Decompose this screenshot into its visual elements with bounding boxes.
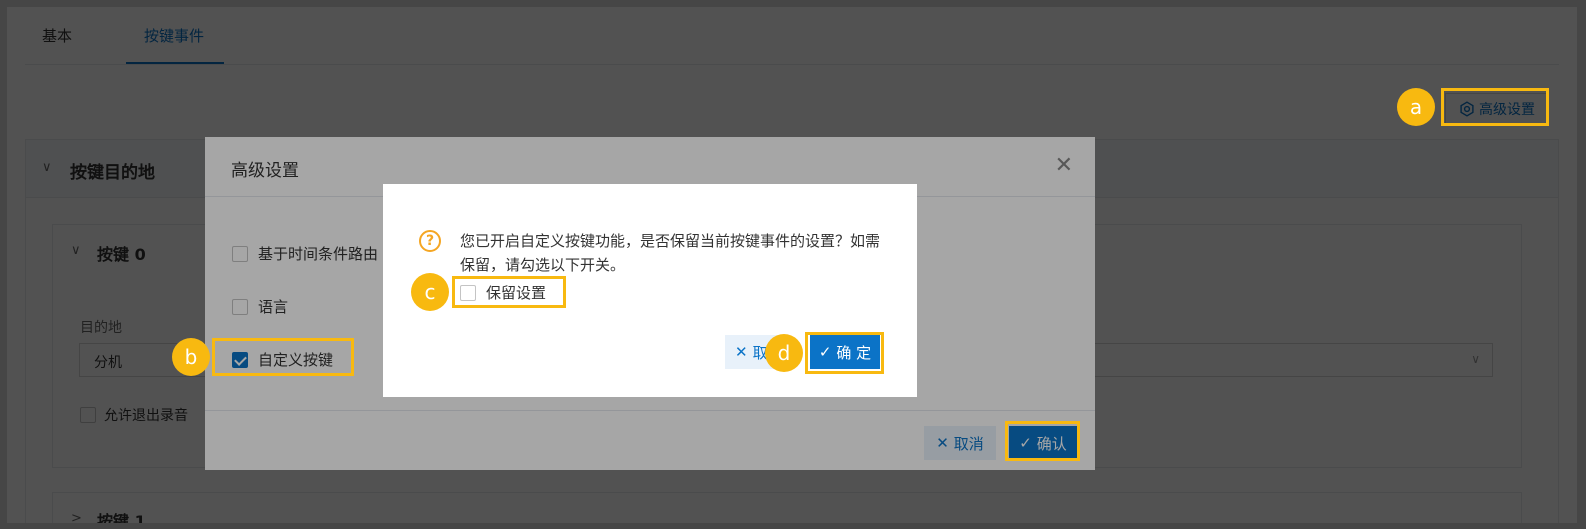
- highlight-c: [452, 276, 566, 308]
- close-icon: ✕: [735, 343, 748, 361]
- annotation-badge-d: d: [765, 334, 803, 372]
- annotation-badge-a: a: [1397, 88, 1435, 126]
- annotation-badge-b: b: [172, 338, 210, 376]
- highlight-dialog-confirm: [1005, 421, 1080, 461]
- question-icon: ?: [419, 230, 441, 252]
- highlight-b: [212, 338, 354, 376]
- confirm-message: 您已开启自定义按键功能，是否保留当前按键事件的设置？如需保留，请勾选以下开关。: [460, 232, 881, 274]
- highlight-d: [805, 332, 884, 374]
- highlight-a: [1441, 88, 1549, 126]
- annotation-badge-c: c: [411, 273, 449, 311]
